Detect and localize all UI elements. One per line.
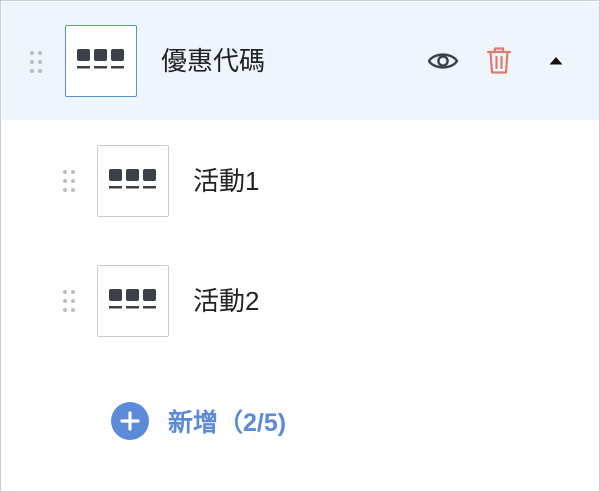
plus-circle-icon (111, 402, 149, 440)
menu-item-thumbnail[interactable] (97, 265, 169, 337)
menu-item-thumbnail[interactable] (97, 145, 169, 217)
menu-item-label: 優惠代碼 (161, 46, 266, 76)
menu-item-thumbnail[interactable] (65, 25, 137, 97)
trash-icon[interactable] (485, 44, 513, 76)
button-group-icon (77, 49, 124, 69)
menu-item-parent[interactable]: 優惠代碼 (2, 2, 599, 120)
button-group-icon (109, 169, 156, 189)
menu-item-label: 活動1 (193, 166, 260, 196)
caret-up-icon[interactable] (548, 54, 564, 66)
eye-icon[interactable] (426, 47, 460, 75)
menu-editor-panel: 優惠代碼 活動1 活動2 新增（2/5) (0, 0, 600, 492)
add-item-button[interactable]: 新增（2/5) (111, 401, 286, 441)
drag-handle-icon[interactable] (30, 51, 42, 73)
add-item-label: 新增（2/5) (168, 409, 287, 437)
button-group-icon (109, 289, 156, 309)
drag-handle-icon[interactable] (63, 170, 75, 192)
menu-item-label: 活動2 (193, 286, 260, 316)
drag-handle-icon[interactable] (63, 290, 75, 312)
